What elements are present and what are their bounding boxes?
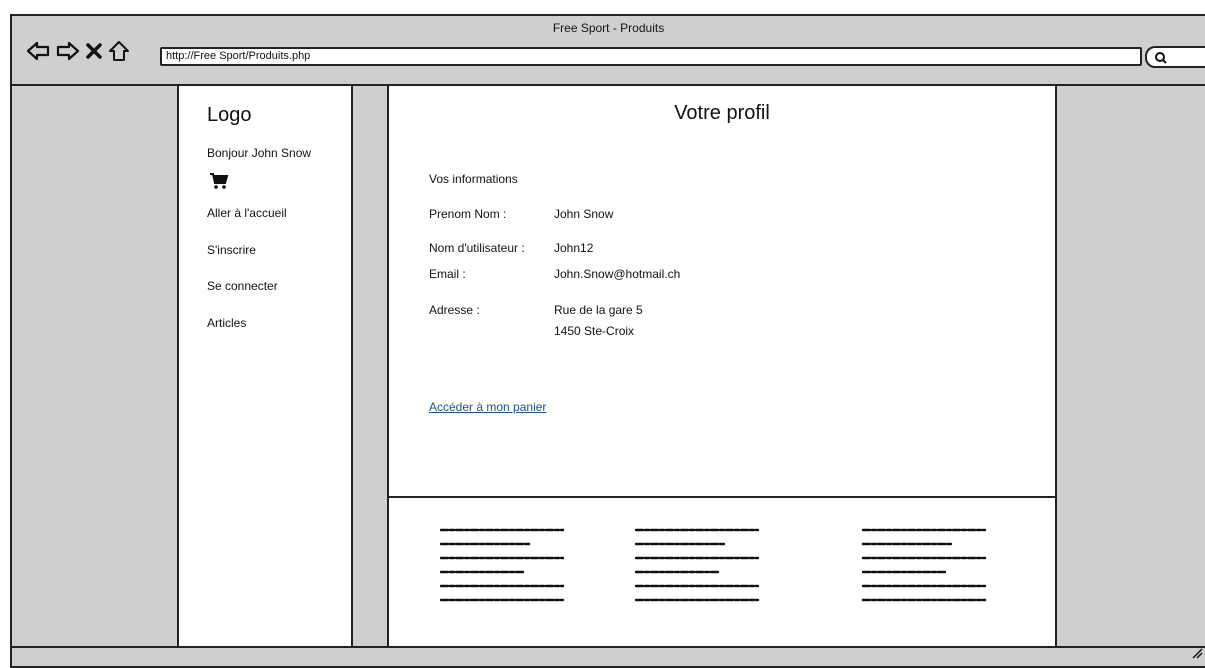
field-label-email: Email : [429, 267, 466, 281]
field-value-email: John.Snow@hotmail.ch [554, 267, 681, 281]
logo: Logo [207, 104, 252, 126]
field-label-name: Prenom Nom : [429, 207, 507, 221]
search-button[interactable] [1145, 46, 1205, 68]
forward-arrow-icon[interactable] [56, 40, 80, 62]
footer [387, 498, 1057, 650]
sidebar: Logo Bonjour John Snow Aller à l'accueil… [177, 86, 353, 650]
title-bar: Free Sport - Produits http://Free Sport/… [12, 16, 1205, 86]
field-value-name: John Snow [554, 207, 614, 221]
search-icon [1154, 51, 1168, 70]
browser-window: Free Sport - Produits http://Free Sport/… [10, 14, 1205, 668]
nav-controls [26, 40, 130, 62]
field-value-username: John12 [554, 241, 594, 255]
nav-link-articles[interactable]: Articles [207, 316, 246, 330]
section-title: Vos informations [429, 172, 518, 186]
status-bar [12, 646, 1205, 666]
page-title: Votre profil [674, 102, 770, 124]
resize-grip-icon[interactable] [1191, 646, 1203, 664]
user-greeting: Bonjour John Snow [207, 146, 312, 160]
nav-link-register[interactable]: S'inscrire [207, 243, 256, 257]
back-arrow-icon[interactable] [26, 40, 50, 62]
basket-link[interactable]: Accéder à mon panier [429, 400, 546, 414]
nav-link-home[interactable]: Aller à l'accueil [207, 206, 287, 220]
home-icon[interactable] [108, 40, 130, 62]
footer-column-placeholder [861, 528, 987, 602]
footer-column-placeholder [439, 528, 565, 602]
footer-column-placeholder [634, 528, 760, 602]
field-label-username: Nom d'utilisateur : [429, 241, 525, 255]
nav-link-login[interactable]: Se connecter [207, 279, 278, 293]
field-value-address-line2: 1450 Ste-Croix [554, 324, 635, 338]
field-label-address: Adresse : [429, 303, 480, 317]
page-viewport: Logo Bonjour John Snow Aller à l'accueil… [12, 86, 1205, 650]
cart-icon[interactable] [209, 172, 229, 195]
close-icon[interactable] [86, 42, 102, 60]
address-bar[interactable]: http://Free Sport/Produits.php [160, 47, 1142, 66]
window-title: Free Sport - Produits [552, 21, 665, 35]
url-text: http://Free Sport/Produits.php [166, 50, 311, 62]
field-value-address: Rue de la gare 5 [554, 303, 643, 317]
profile-panel: Votre profil Vos informations Prenom Nom… [387, 86, 1057, 498]
